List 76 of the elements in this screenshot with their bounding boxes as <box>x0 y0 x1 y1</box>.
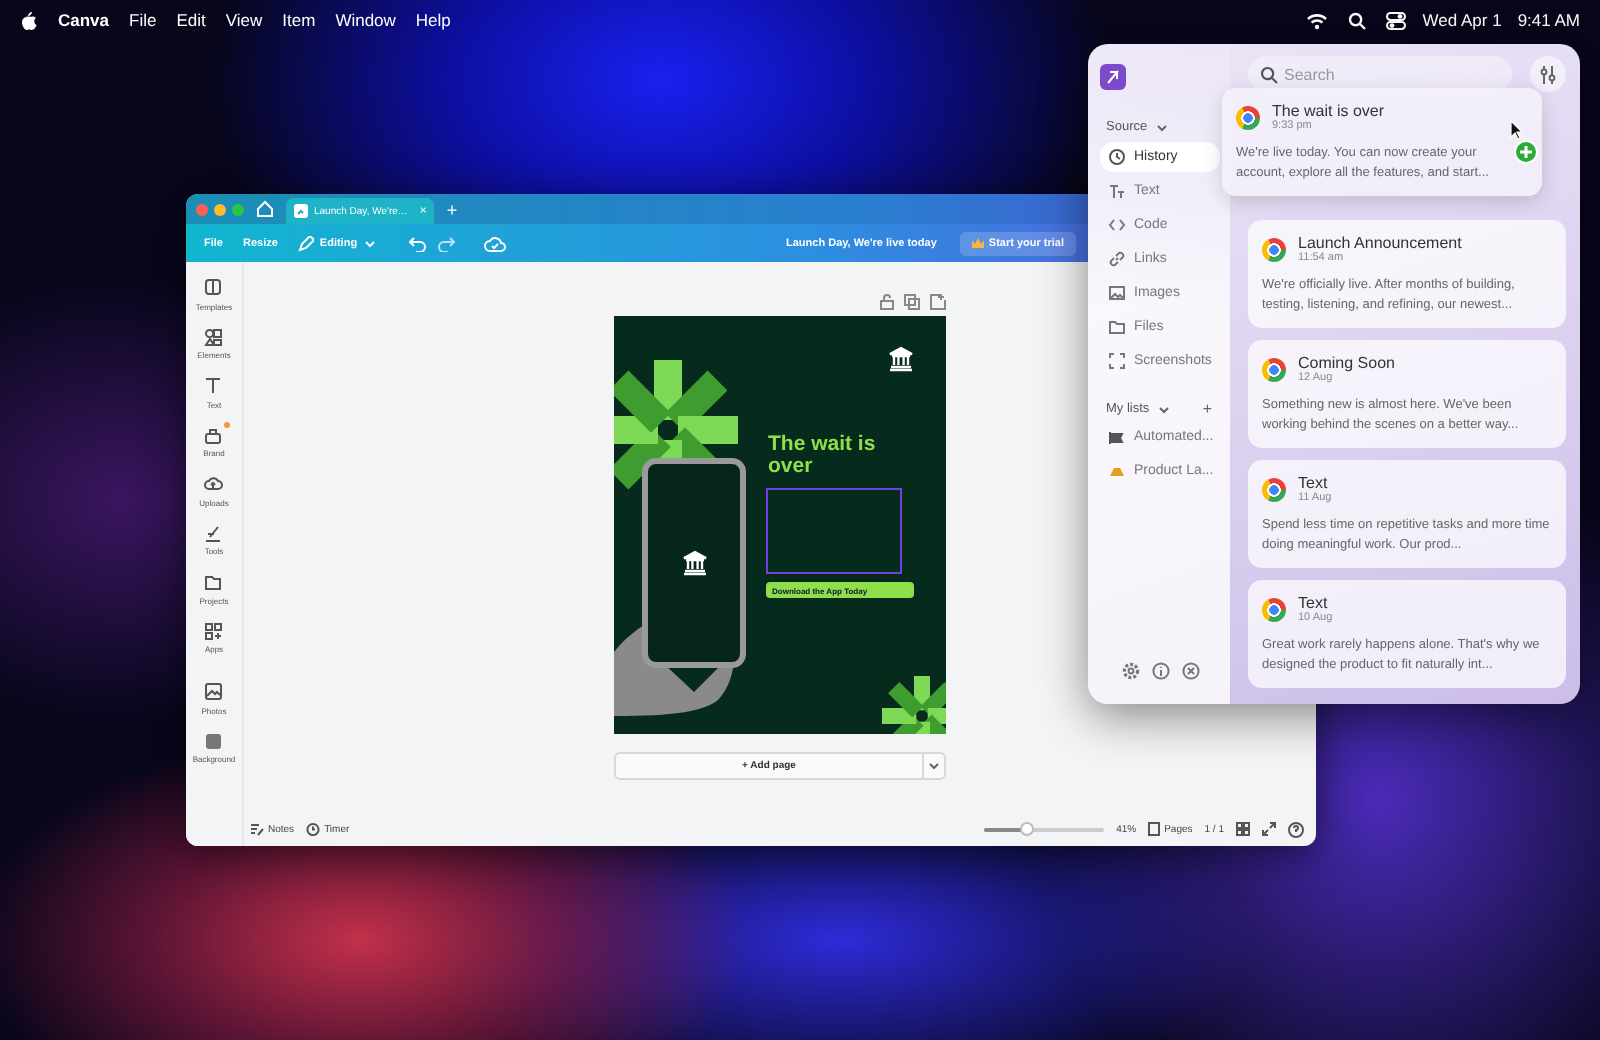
fullscreen-icon[interactable] <box>1262 822 1276 836</box>
layout-icon <box>204 278 224 297</box>
search-icon[interactable] <box>1348 11 1367 29</box>
headline-text: The wait is over <box>768 434 878 478</box>
clip-title: Coming Soon <box>1298 354 1395 372</box>
folder-icon <box>1108 318 1126 336</box>
filter-button[interactable] <box>1530 56 1566 92</box>
notes-icon <box>250 822 264 836</box>
clip-title: Launch Announcement <box>1298 234 1462 252</box>
menu-bar-date: Wed Apr 1 <box>1422 10 1502 30</box>
lock-icon[interactable] <box>880 294 894 310</box>
sliders-icon <box>1540 65 1556 83</box>
apple-logo-icon[interactable] <box>20 10 38 30</box>
home-icon[interactable] <box>256 200 274 218</box>
add-list-button[interactable]: + <box>1202 400 1212 418</box>
menu-item[interactable]: Help <box>415 10 451 30</box>
pencil-icon <box>297 235 314 251</box>
pen-icon <box>204 523 224 542</box>
redo-icon[interactable] <box>437 235 456 251</box>
text-icon <box>204 376 224 395</box>
app-logo-icon[interactable] <box>1100 64 1126 90</box>
chevron-down-icon <box>1155 123 1168 131</box>
settings-icon[interactable] <box>1122 662 1140 680</box>
clip-title: The wait is over <box>1272 102 1385 120</box>
chevron-down-icon <box>1157 405 1170 413</box>
browser-icon <box>1262 597 1286 621</box>
app-menu[interactable]: Canva <box>58 10 110 30</box>
clip-title: Text <box>1298 594 1330 612</box>
browser-icon <box>1262 237 1286 261</box>
selection-frame[interactable] <box>766 488 902 574</box>
menu-item[interactable]: File <box>129 10 157 30</box>
grid-view-icon[interactable] <box>1236 822 1250 836</box>
crown-icon <box>972 238 985 248</box>
wifi-icon[interactable] <box>1306 11 1329 29</box>
duplicate-icon[interactable] <box>904 294 920 310</box>
control-center-icon[interactable] <box>1386 11 1407 29</box>
pointer-cursor-icon <box>1510 120 1524 140</box>
browser-icon <box>1262 477 1286 501</box>
search-icon <box>1260 65 1278 83</box>
image-icon <box>204 682 224 701</box>
add-page-icon[interactable] <box>930 294 946 310</box>
clip-title: Text <box>1298 474 1330 492</box>
document-icon <box>294 204 308 218</box>
link-icon <box>1108 250 1126 268</box>
cloud-upload-icon <box>204 474 224 493</box>
cloud-check-icon[interactable] <box>483 235 506 251</box>
chevron-down-icon <box>928 762 940 770</box>
new-tab-button[interactable]: + <box>446 199 458 219</box>
chevron-down-icon <box>363 239 376 247</box>
browser-icon <box>1262 357 1286 381</box>
flag-icon <box>1108 428 1126 446</box>
timer-icon <box>306 822 321 836</box>
menu-item[interactable]: Item <box>282 10 316 30</box>
square-icon <box>204 731 224 750</box>
help-icon[interactable] <box>1288 821 1304 837</box>
info-icon[interactable] <box>1152 662 1170 680</box>
bank-icon <box>681 550 707 576</box>
clock-icon <box>1108 148 1126 166</box>
menu-bar-time: 9:41 AM <box>1517 10 1580 30</box>
close-circle-icon[interactable] <box>1182 662 1200 680</box>
zoom-slider-thumb[interactable] <box>1019 822 1034 836</box>
browser-icon <box>1236 105 1260 129</box>
page-icon <box>1148 822 1161 836</box>
menu-item[interactable]: View <box>225 10 263 30</box>
briefcase-icon <box>204 425 224 444</box>
code-icon <box>1108 216 1126 234</box>
image-icon <box>1108 284 1126 302</box>
undo-icon[interactable] <box>407 235 426 251</box>
menu-item[interactable]: Window <box>335 10 396 30</box>
apps-icon <box>204 621 224 640</box>
folder-icon <box>204 572 224 591</box>
menu-item[interactable]: Edit <box>176 10 206 30</box>
bank-icon <box>888 346 914 372</box>
screenshot-icon <box>1108 352 1126 370</box>
text-icon <box>1108 182 1126 200</box>
shapes-icon <box>204 327 224 346</box>
